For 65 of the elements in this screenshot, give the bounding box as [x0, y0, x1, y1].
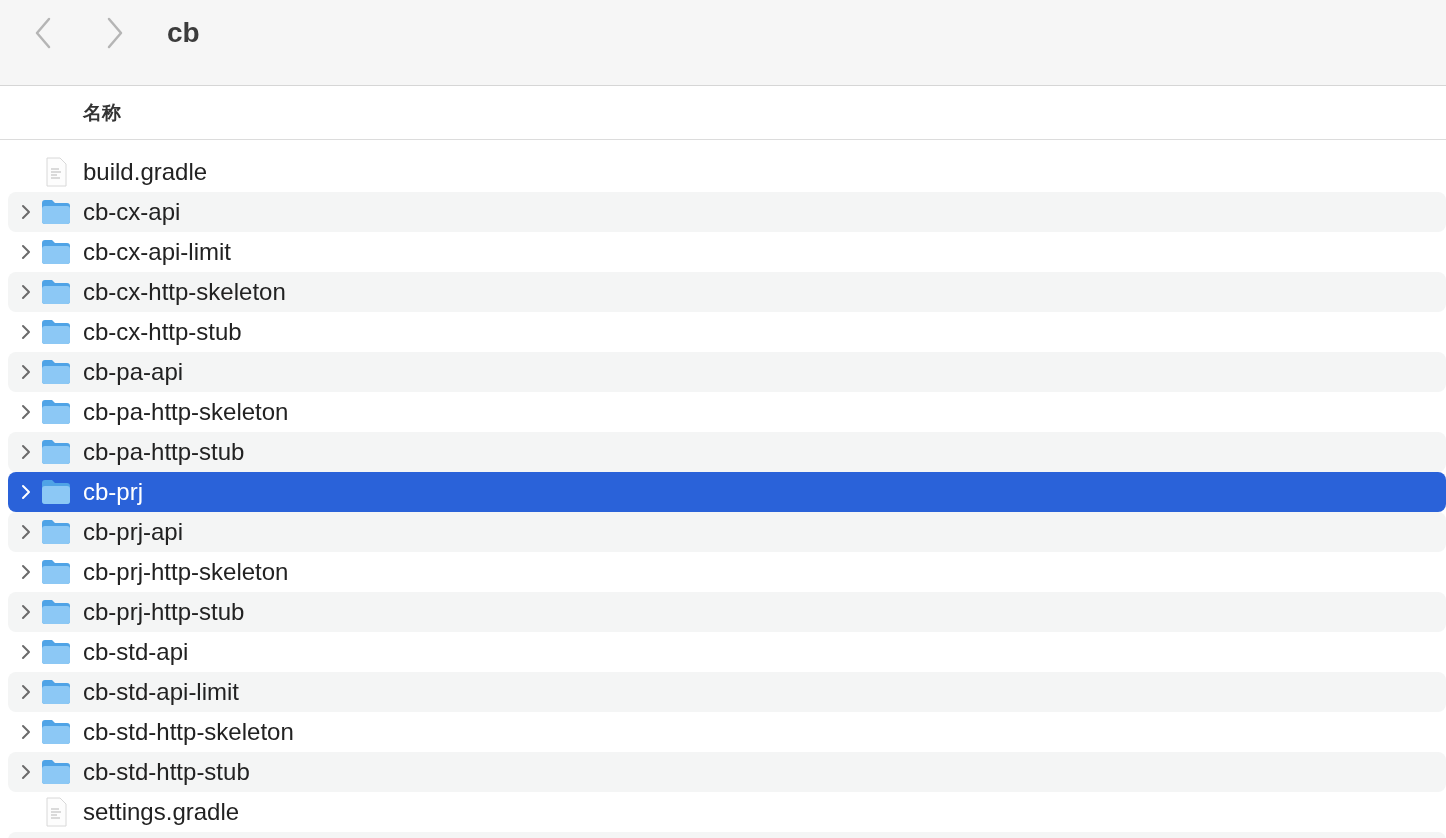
file-name: cb-prj — [83, 478, 143, 506]
file-row[interactable]: cb-prj-http-skeleton — [8, 552, 1446, 592]
file-name: cb-cx-http-stub — [83, 318, 242, 346]
chevron-icon[interactable] — [21, 204, 31, 220]
file-name: cb-std-api — [83, 638, 189, 666]
chevron-icon[interactable] — [21, 604, 31, 620]
file-name: cb-cx-api — [83, 198, 181, 226]
column-header[interactable]: 名称 — [83, 99, 121, 126]
file-name: cb-pa-http-skeleton — [83, 398, 289, 426]
file-name: cb-pa-http-stub — [83, 438, 245, 466]
file-name: settings.gradle — [83, 798, 240, 826]
chevron-icon[interactable] — [21, 764, 31, 780]
folder-icon — [41, 399, 71, 425]
file-row[interactable]: cb-pa-api — [8, 352, 1446, 392]
file-name: cb-std-http-skeleton — [83, 718, 294, 746]
chevron-icon[interactable] — [21, 284, 31, 300]
file-row[interactable]: cb-cx-http-stub — [8, 312, 1446, 352]
folder-icon — [41, 479, 71, 505]
file-row[interactable]: cb-std-api — [8, 632, 1446, 672]
file-row[interactable]: build.gradle — [8, 152, 1446, 192]
file-name: build.gradle — [83, 158, 208, 186]
folder-icon — [41, 359, 71, 385]
file-name: cb-std-http-stub — [83, 758, 250, 786]
folder-icon — [41, 559, 71, 585]
chevron-icon[interactable] — [21, 524, 31, 540]
chevron-icon[interactable] — [21, 684, 31, 700]
chevron-icon[interactable] — [21, 324, 31, 340]
folder-icon — [41, 319, 71, 345]
chevron-icon[interactable] — [21, 244, 31, 260]
file-name: cb-pa-api — [83, 358, 184, 386]
folder-icon — [41, 599, 71, 625]
file-row[interactable]: cb-cx-api — [8, 192, 1446, 232]
folder-icon — [41, 199, 71, 225]
file-row[interactable]: cb-cx-http-skeleton — [8, 272, 1446, 312]
file-row[interactable]: cb-pa-http-skeleton — [8, 392, 1446, 432]
folder-icon — [41, 679, 71, 705]
folder-icon — [41, 639, 71, 665]
folder-icon — [41, 239, 71, 265]
chevron-icon[interactable] — [21, 404, 31, 420]
file-row[interactable]: cb-std-http-stub — [8, 752, 1446, 792]
file-row[interactable]: settings.gradle — [8, 792, 1446, 832]
file-row[interactable]: cb-cx-api-limit — [8, 232, 1446, 272]
window-title: cb — [167, 16, 200, 49]
chevron-icon[interactable] — [21, 564, 31, 580]
chevron-icon[interactable] — [21, 644, 31, 660]
folder-icon — [41, 719, 71, 745]
folder-icon — [41, 759, 71, 785]
file-name: cb-cx-api-limit — [83, 238, 231, 266]
folder-icon — [41, 279, 71, 305]
file-name: cb-prj-api — [83, 518, 184, 546]
chevron-icon[interactable] — [21, 724, 31, 740]
file-row[interactable]: cb-prj-http-stub — [8, 592, 1446, 632]
file-row[interactable]: cb-std-http-skeleton — [8, 712, 1446, 752]
file-row[interactable]: cb-std-api-limit — [8, 672, 1446, 712]
file-name: cb-cx-http-skeleton — [83, 278, 286, 306]
file-row[interactable]: cb-prj-api — [8, 512, 1446, 552]
chevron-icon[interactable] — [21, 364, 31, 380]
file-row[interactable]: cb-pa-http-stub — [8, 432, 1446, 472]
file-row[interactable]: cb-prj — [8, 472, 1446, 512]
chevron-icon[interactable] — [21, 444, 31, 460]
folder-icon — [41, 439, 71, 465]
file-name: cb-prj-http-skeleton — [83, 558, 289, 586]
file-name: cb-prj-http-stub — [83, 598, 245, 626]
folder-icon — [41, 519, 71, 545]
file-name: cb-std-api-limit — [83, 678, 240, 706]
